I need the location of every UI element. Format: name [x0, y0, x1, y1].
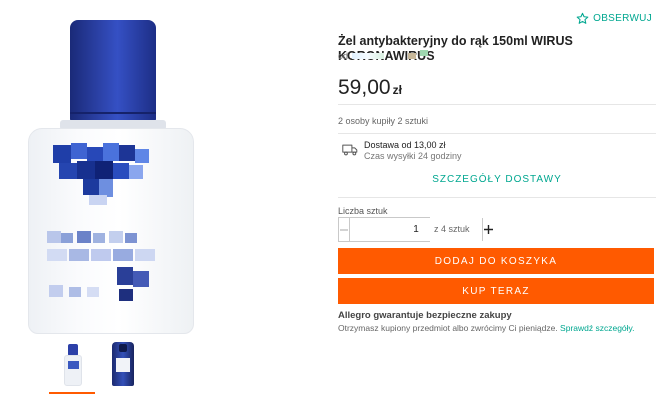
- buy-now-button[interactable]: KUP TERAZ: [338, 278, 654, 304]
- follow-button[interactable]: OBSERWUJ: [576, 12, 652, 25]
- divider: [338, 133, 656, 134]
- seller-info: od: [338, 50, 429, 61]
- star-outline-icon: [576, 12, 589, 24]
- follow-label: OBSERWUJ: [593, 13, 652, 24]
- delivery-info: Dostawa od 13,00 zł Czas wysyłki 24 godz…: [338, 138, 656, 168]
- guarantee-text: Otrzymasz kupiony przedmiot albo zwrócim…: [338, 323, 635, 333]
- quantity-stepper: [338, 217, 493, 242]
- quantity-label: Liczba sztuk: [338, 206, 388, 216]
- price-amount: 59,00: [338, 76, 391, 99]
- guarantee-description: Otrzymasz kupiony przedmiot albo zwrócim…: [338, 323, 558, 333]
- price-currency: zł: [392, 83, 402, 97]
- delivery-cost: Dostawa od 13,00 zł: [364, 140, 446, 150]
- divider: [338, 197, 656, 198]
- product-main-image[interactable]: [22, 14, 198, 336]
- thumbnail-back[interactable]: [104, 340, 144, 390]
- product-price: 59,00 zł: [338, 76, 402, 100]
- seller-prefix: od: [338, 51, 349, 61]
- thumbnail-front[interactable]: [49, 340, 95, 394]
- minus-icon: [340, 228, 348, 231]
- quantity-increase-button[interactable]: [482, 218, 494, 241]
- product-details: OBSERWUJ Żel antybakteryjny do rąk 150ml…: [338, 0, 656, 404]
- pixelated-label-text: [47, 231, 167, 317]
- plus-icon: [484, 225, 493, 234]
- bottle-cap-image: [70, 20, 156, 122]
- bottle-body-image: [28, 128, 194, 334]
- quantity-available: z 4 sztuk: [434, 224, 470, 234]
- divider: [338, 104, 656, 105]
- guarantee-title: Allegro gwarantuje bezpieczne zakupy: [338, 310, 512, 321]
- guarantee-details-link[interactable]: Sprawdź szczegóły.: [560, 323, 634, 333]
- purchase-count: 2 osoby kupiły 2 sztuki: [338, 116, 429, 126]
- delivery-time: Czas wysyłki 24 godziny: [364, 151, 462, 161]
- quantity-decrease-button[interactable]: [339, 218, 350, 241]
- pixelated-logo: [53, 143, 157, 207]
- thumbnail-strip: [49, 340, 152, 396]
- delivery-details-link[interactable]: SZCZEGÓŁY DOSTAWY: [338, 174, 656, 185]
- add-to-cart-button[interactable]: DODAJ DO KOSZYKA: [338, 248, 654, 274]
- truck-icon: [342, 144, 358, 156]
- product-gallery: [0, 0, 318, 404]
- seller-name-redacted[interactable]: [352, 53, 385, 59]
